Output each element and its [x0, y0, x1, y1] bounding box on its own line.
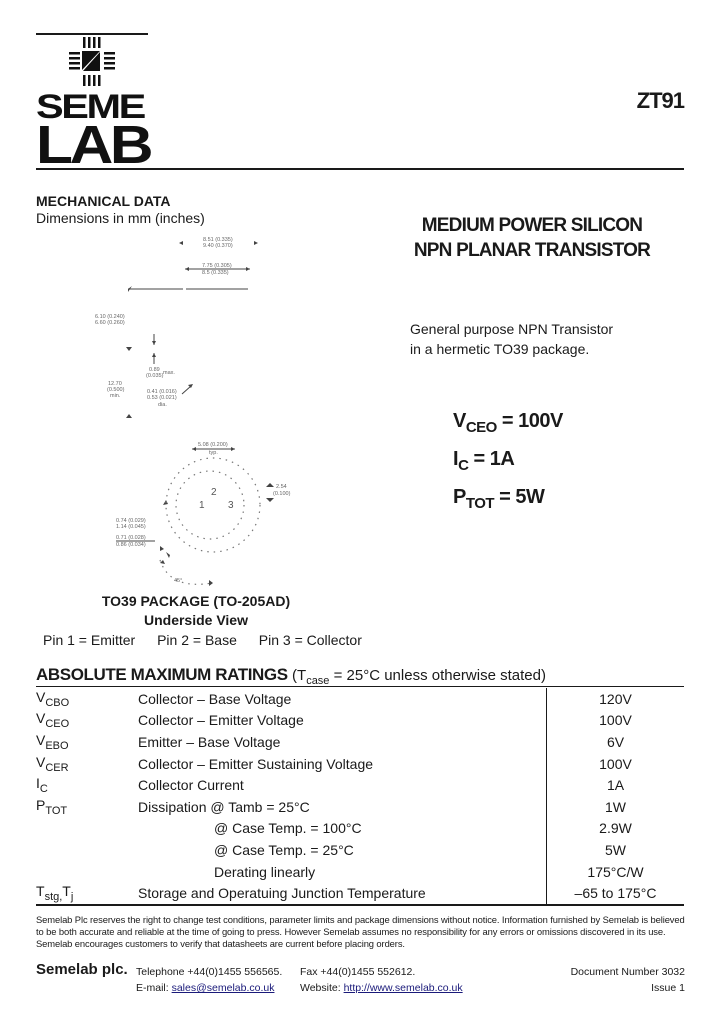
- rating-description: Collector – Emitter Voltage: [138, 712, 304, 729]
- pin-1-label: 1: [199, 500, 205, 511]
- pin-2-assignment: Pin 2 = Base: [157, 632, 237, 648]
- ratings-row: Tstg,Tj Storage and Operatuing Junction T…: [36, 882, 684, 904]
- ratings-bottom-rule: [36, 904, 684, 906]
- ratings-row: @ Case Temp. = 25°C 5W: [36, 839, 684, 861]
- spec-vceo: VCEO = 100V: [453, 410, 563, 436]
- dim-label: 6.60 (0.260): [95, 320, 125, 326]
- rating-value: 6V: [546, 731, 684, 753]
- document-info: Document Number 3032 Issue 1: [571, 964, 685, 996]
- dim-label: 0.53 (0.021): [147, 395, 177, 401]
- ratings-condition: (Tcase = 25°C unless otherwise stated): [292, 667, 546, 687]
- ratings-row: Derating linearly 175°C/W: [36, 860, 684, 883]
- disclaimer: Semelab Plc reserves the right to change…: [36, 914, 685, 949]
- rating-value: –65 to 175°C: [546, 882, 684, 904]
- rating-value: 2.9W: [546, 817, 684, 840]
- ratings-top-rule: [36, 686, 684, 687]
- dim-label: typ.: [209, 450, 218, 456]
- ratings-row: VCBO Collector – Base Voltage 120V: [36, 688, 684, 710]
- dim-label: 0.86 (0.034): [116, 542, 146, 548]
- email-link[interactable]: sales@semelab.co.uk: [172, 982, 275, 994]
- rating-symbol: [36, 818, 138, 840]
- rating-symbol: Tstg,Tj: [36, 883, 74, 904]
- rating-symbol: VEBO: [36, 731, 69, 752]
- rating-value: 100V: [546, 709, 684, 732]
- rating-description: @ Case Temp. = 25°C: [214, 841, 354, 858]
- package-view: Underside View: [143, 612, 248, 628]
- rating-symbol: PTOT: [36, 796, 68, 817]
- drawing-lines: [116, 241, 274, 586]
- pin-3-assignment: Pin 3 = Collector: [258, 632, 362, 648]
- product-title-line2: NPN PLANAR TRANSISTOR: [413, 240, 651, 261]
- ratings-row: VCER Collector – Emitter Sustaining Volta…: [36, 752, 684, 775]
- product-title: MEDIUM POWER SILICON NPN PLANAR TRANSIST…: [380, 213, 684, 263]
- ratings-table: VCBO Collector – Base Voltage 120V VCEO Coll…: [36, 688, 684, 904]
- pin-2-label: 2: [211, 487, 217, 498]
- dim-label: dia.: [158, 402, 167, 408]
- ratings-row: @ Case Temp. = 100°C 2.9W: [36, 817, 684, 840]
- company-name: Semelab plc.: [36, 961, 128, 978]
- description-line1: General purpose NPN Transistor: [410, 321, 614, 337]
- rating-symbol: VCER: [36, 753, 69, 774]
- rating-symbol: IC: [36, 775, 48, 796]
- dim-label: 2.54: [276, 484, 287, 490]
- ratings-row: VEBO Emitter – Base Voltage 6V: [36, 731, 684, 753]
- rating-value: 175°C/W: [546, 860, 684, 883]
- spec-ptot: PTOT = 5W: [453, 486, 545, 512]
- ratings-row: VCEO Collector – Emitter Voltage 100V: [36, 709, 684, 732]
- rating-description: Storage and Operatuing Junction Temperat…: [138, 885, 426, 902]
- ratings-row: PTOT Dissipation @ Tamb = 25°C 1W: [36, 795, 684, 818]
- dim-label: 9.40 (0.370): [203, 243, 233, 249]
- email-line: E-mail: sales@semelab.co.uk: [136, 982, 275, 994]
- pin-assignments: Pin 1 = Emitter Pin 2 = Base Pin 3 = Col…: [43, 632, 380, 648]
- rating-symbol: VCBO: [36, 688, 70, 709]
- product-title-line1: MEDIUM POWER SILICON: [421, 215, 643, 236]
- rating-value: 120V: [546, 688, 684, 710]
- dim-label: 7.75 (0.305): [202, 263, 232, 269]
- rating-description: Dissipation @ Tamb = 25°C: [138, 798, 310, 815]
- pin-3-label: 3: [228, 500, 234, 511]
- rating-description: @ Case Temp. = 100°C: [214, 820, 362, 837]
- document-number: Document Number 3032: [570, 966, 685, 978]
- dim-label: 0.71 (0.028): [116, 535, 146, 541]
- rating-description: Emitter – Base Voltage: [138, 733, 281, 750]
- website-line: Website: http://www.semelab.co.uk: [300, 982, 463, 994]
- fax: Fax +44(0)1455 552612.: [300, 966, 416, 978]
- rating-value: 100V: [546, 752, 684, 775]
- dim-label: 45°: [174, 578, 183, 584]
- ratings-row: IC Collector Current 1A: [36, 774, 684, 796]
- dim-label: (0.035): [146, 373, 164, 379]
- dim-label: 8.5 (0.335): [202, 270, 229, 276]
- rating-value: 1W: [546, 795, 684, 818]
- dim-label: max.: [163, 370, 175, 376]
- rating-symbol: [36, 839, 138, 861]
- rating-value: 1A: [546, 774, 684, 796]
- rating-description: Collector – Base Voltage: [138, 690, 292, 707]
- dim-label: 5.08 (0.200): [198, 442, 228, 448]
- spec-ic: IC = 1A: [453, 448, 515, 474]
- pin-1-assignment: Pin 1 = Emitter: [43, 632, 136, 648]
- website-link[interactable]: http://www.semelab.co.uk: [344, 982, 463, 994]
- ratings-title: ABSOLUTE MAXIMUM RATINGS (Tcase = 25°C u…: [36, 665, 546, 687]
- dim-label: min.: [110, 393, 121, 399]
- product-description: General purpose NPN Transistor in a herm…: [410, 319, 613, 359]
- contact-info: Telephone +44(0)1455 556565. E-mail: sal…: [136, 964, 463, 996]
- rating-description: Collector – Emitter Sustaining Voltage: [138, 755, 374, 772]
- rating-description: Derating linearly: [214, 863, 316, 880]
- rating-symbol: [36, 861, 138, 883]
- dim-label: 1.14 (0.045): [116, 524, 146, 530]
- rating-symbol: VCEO: [36, 710, 70, 731]
- rating-value: 5W: [546, 839, 684, 861]
- rating-description: Collector Current: [138, 777, 244, 794]
- issue-number: Issue 1: [651, 982, 685, 994]
- dim-label: (0.100): [273, 491, 291, 497]
- telephone: Telephone +44(0)1455 556565.: [136, 966, 283, 978]
- package-title: TO39 PACKAGE (TO-205AD): [101, 593, 291, 609]
- description-line2: in a hermetic TO39 package.: [410, 341, 590, 357]
